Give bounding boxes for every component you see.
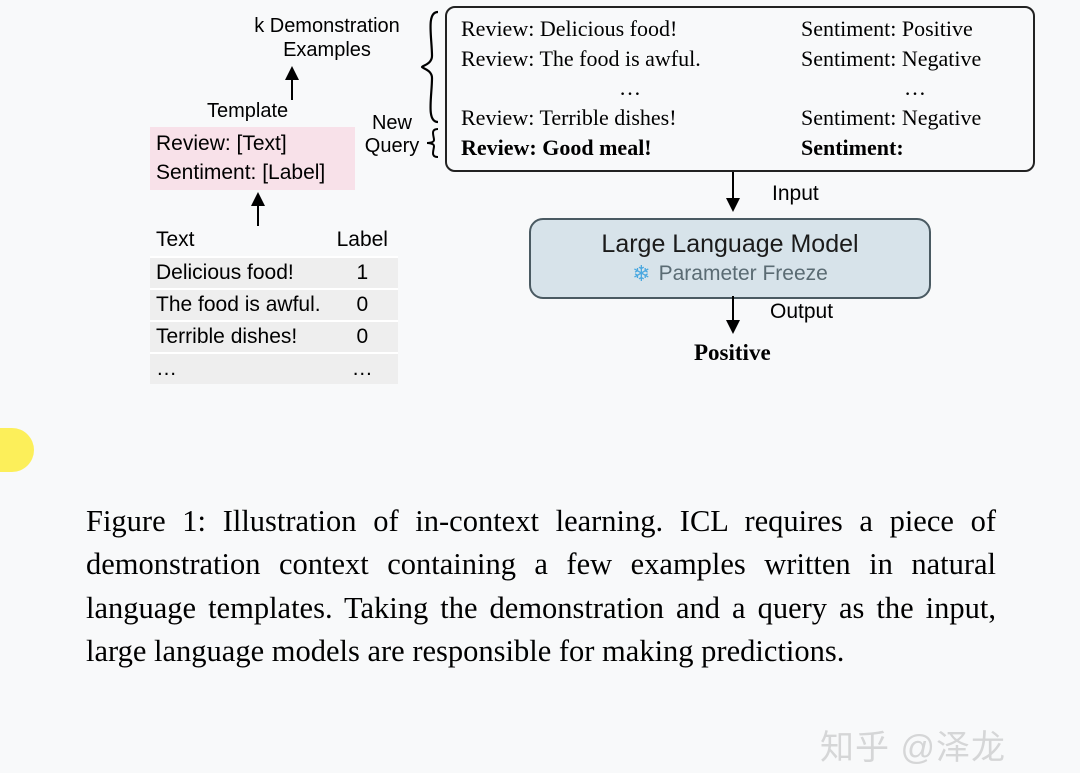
llm-subtitle: Parameter Freeze	[659, 262, 828, 286]
demo-row: Review: Terrible dishes! Sentiment: Nega…	[461, 103, 1019, 133]
template-line2: Sentiment: [Label]	[156, 158, 349, 187]
new-query-label: New Query	[362, 112, 422, 158]
demo-ellipsis: … …	[461, 73, 1019, 103]
figure-caption: Figure 1: Illustration of in-context lea…	[86, 500, 996, 673]
watermark: 知乎 @泽龙	[820, 720, 1006, 769]
table-row: The food is awful. 0	[150, 289, 398, 321]
brace-query	[422, 126, 444, 160]
data-table: Text Label Delicious food! 1 The food is…	[150, 226, 398, 384]
llm-box: Large Language Model ❄ Parameter Freeze	[529, 218, 931, 299]
template-label: Template	[207, 100, 288, 123]
demo-row: Review: The food is awful. Sentiment: Ne…	[461, 44, 1019, 74]
th-text: Text	[150, 226, 331, 257]
template-box: Review: [Text] Sentiment: [Label]	[150, 127, 355, 190]
highlight-blob	[0, 428, 34, 472]
output-value: Positive	[694, 340, 771, 366]
demo-row: Review: Delicious food! Sentiment: Posit…	[461, 14, 1019, 44]
llm-title: Large Language Model	[549, 230, 911, 259]
arrow-table-to-template	[258, 192, 265, 226]
arrow-output	[726, 296, 740, 334]
arrow-input	[726, 172, 740, 212]
table-ellipsis-row: … …	[150, 353, 398, 384]
brace-demos	[418, 8, 446, 126]
template-line1: Review: [Text]	[156, 129, 349, 158]
k-demo-label: k Demonstration Examples	[237, 14, 417, 62]
output-label: Output	[770, 300, 833, 324]
snowflake-icon: ❄	[632, 261, 650, 287]
th-label: Label	[331, 226, 398, 257]
query-row: Review: Good meal! Sentiment:	[461, 133, 1019, 163]
table-row: Terrible dishes! 0	[150, 321, 398, 353]
arrow-template-to-demo	[292, 66, 299, 100]
input-label: Input	[772, 182, 819, 206]
table-row: Delicious food! 1	[150, 257, 398, 289]
prompt-box: Review: Delicious food! Sentiment: Posit…	[445, 6, 1035, 172]
